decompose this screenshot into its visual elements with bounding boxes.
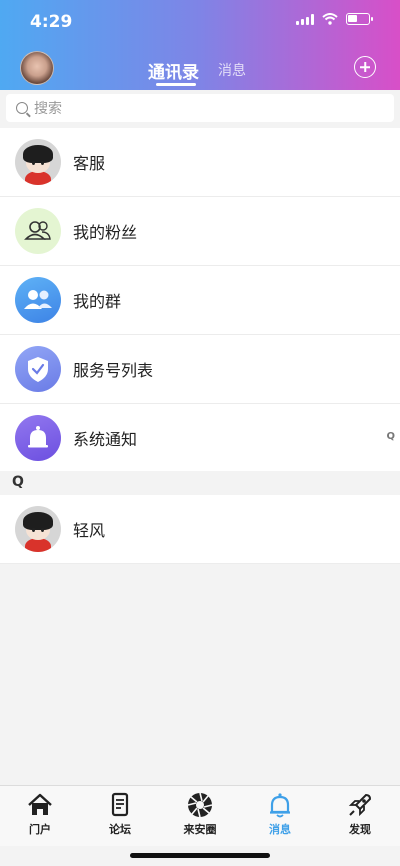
contact-list: 客服 我的粉丝 我的群 服务号列表 系统通知 bbox=[0, 128, 400, 473]
contact-item[interactable]: 轻风 bbox=[0, 495, 400, 564]
my-avatar[interactable] bbox=[20, 51, 54, 85]
tab-label: 消息 bbox=[269, 823, 291, 836]
header: 4:29 通讯录 消息 bbox=[0, 0, 400, 90]
list-item-label: 服务号列表 bbox=[73, 361, 154, 380]
section-header: Q bbox=[0, 471, 400, 495]
contact-section-list: 轻风 bbox=[0, 495, 400, 564]
status-time: 4:29 bbox=[30, 12, 73, 32]
alphabet-index-q[interactable]: Q bbox=[386, 431, 395, 442]
search-placeholder: 搜索 bbox=[34, 101, 62, 117]
tab-forum[interactable]: 论坛 bbox=[80, 786, 160, 846]
wifi-icon bbox=[322, 13, 338, 25]
tab-contacts[interactable]: 通讯录 bbox=[148, 58, 199, 83]
list-item-label: 我的粉丝 bbox=[73, 223, 138, 242]
home-indicator bbox=[130, 853, 270, 858]
search-icon bbox=[16, 102, 28, 114]
add-button[interactable] bbox=[354, 56, 376, 78]
list-item-fans[interactable]: 我的粉丝 bbox=[0, 197, 400, 266]
battery-icon bbox=[346, 13, 373, 25]
fans-icon bbox=[15, 208, 61, 254]
list-item-service-accounts[interactable]: 服务号列表 bbox=[0, 335, 400, 404]
home-icon bbox=[28, 793, 52, 815]
aperture-icon bbox=[187, 792, 213, 818]
rocket-icon bbox=[348, 793, 372, 817]
tab-circle[interactable]: 来安圈 bbox=[160, 786, 240, 846]
status-icons bbox=[296, 13, 373, 25]
bell-icon bbox=[270, 793, 290, 818]
contact-avatar bbox=[15, 506, 61, 552]
forum-icon bbox=[111, 792, 129, 817]
search-input[interactable]: 搜索 bbox=[6, 94, 394, 122]
bell-icon bbox=[15, 415, 61, 461]
cartoon-avatar-icon bbox=[15, 139, 61, 185]
tab-discover[interactable]: 发现 bbox=[320, 786, 400, 846]
list-item-system-notice[interactable]: 系统通知 bbox=[0, 404, 400, 473]
active-tab-underline bbox=[156, 83, 196, 86]
list-item-label: 客服 bbox=[73, 154, 106, 173]
groups-icon bbox=[15, 277, 61, 323]
search-bar: 搜索 bbox=[0, 90, 400, 126]
tab-label: 论坛 bbox=[109, 823, 131, 836]
list-item-label: 系统通知 bbox=[73, 430, 138, 449]
tab-label: 门户 bbox=[29, 823, 51, 836]
list-item-customer-service[interactable]: 客服 bbox=[0, 128, 400, 197]
signal-icon bbox=[296, 13, 314, 25]
list-item-groups[interactable]: 我的群 bbox=[0, 266, 400, 335]
contact-name: 轻风 bbox=[73, 521, 106, 540]
bottom-tab-bar: 门户 论坛 来安圈 消息 发现 bbox=[0, 785, 400, 846]
tab-label: 发现 bbox=[349, 823, 371, 836]
tab-messages[interactable]: 消息 bbox=[218, 60, 246, 80]
shield-check-icon bbox=[15, 346, 61, 392]
tab-portal[interactable]: 门户 bbox=[0, 786, 80, 846]
tab-messages-bottom[interactable]: 消息 bbox=[240, 786, 320, 846]
tab-label: 来安圈 bbox=[183, 823, 217, 836]
list-item-label: 我的群 bbox=[73, 292, 122, 311]
section-letter: Q bbox=[12, 474, 24, 490]
